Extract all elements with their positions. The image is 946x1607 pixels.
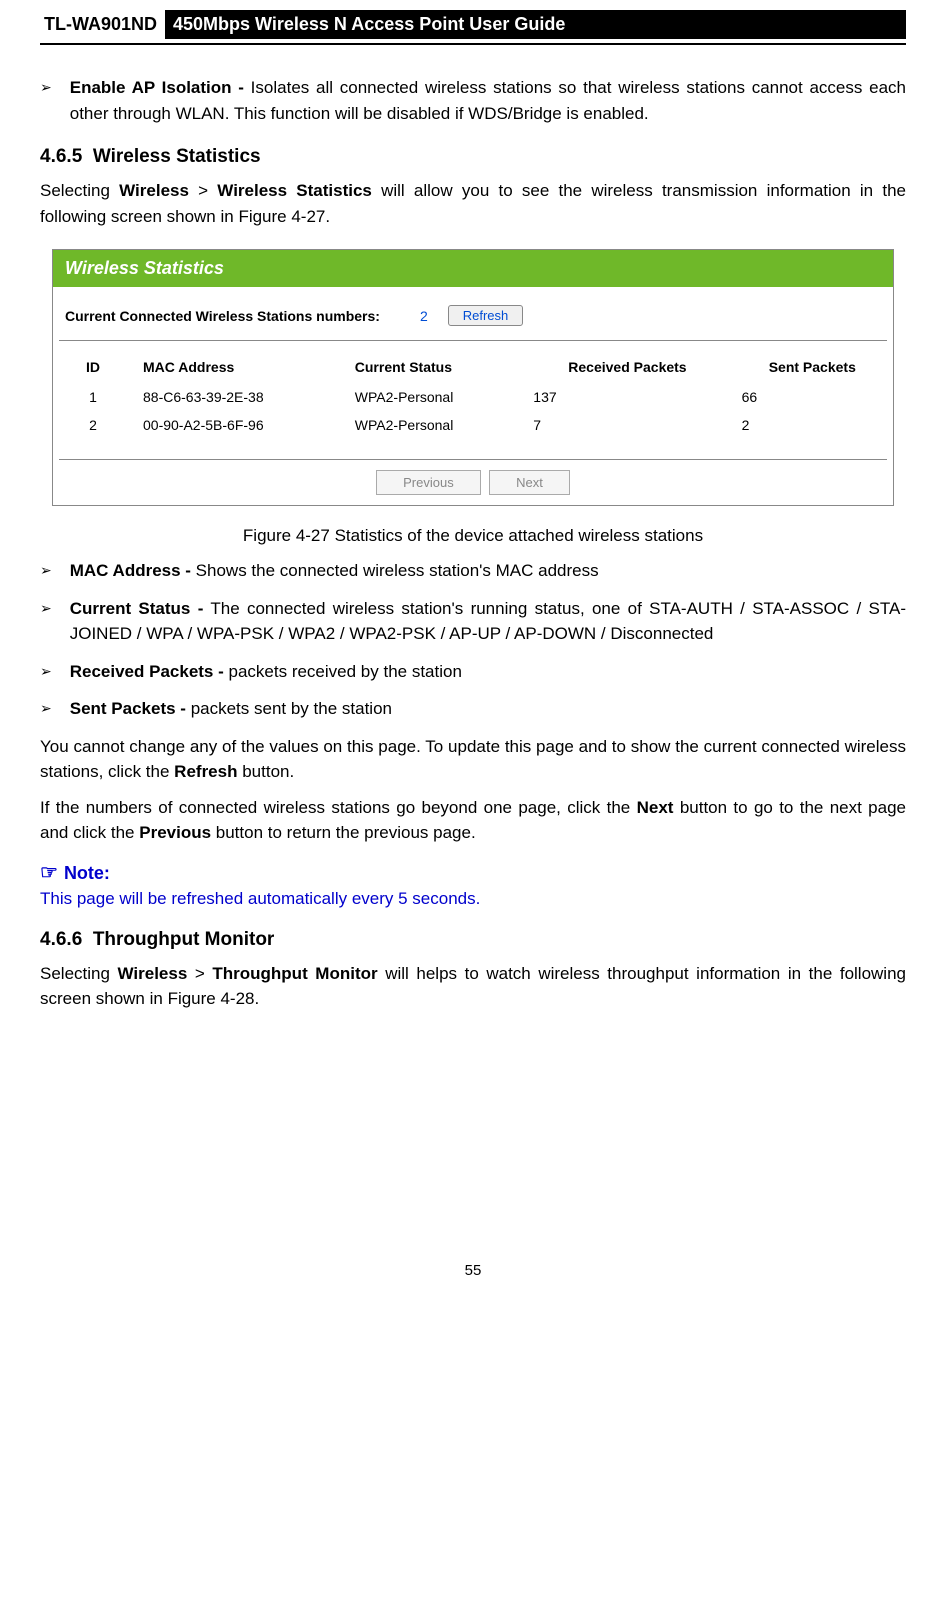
bullet-text: Received Packets - packets received by t… (70, 659, 906, 685)
col-recv: Received Packets (523, 351, 731, 383)
section-466-intro: Selecting Wireless > Throughput Monitor … (40, 961, 906, 1012)
bullet-text: Enable AP Isolation - Isolates all conne… (70, 75, 906, 126)
arrow-icon: ➢ (40, 562, 52, 584)
bullet-text: Current Status - The connected wireless … (70, 596, 906, 647)
bullet-text: MAC Address - Shows the connected wirele… (70, 558, 906, 584)
list-item: ➢ MAC Address - Shows the connected wire… (40, 558, 906, 584)
arrow-icon: ➢ (40, 600, 52, 647)
header-title: 450Mbps Wireless N Access Point User Gui… (165, 10, 906, 39)
refresh-button[interactable]: Refresh (448, 305, 524, 326)
figure-nav: Previous Next (53, 460, 893, 505)
stations-table: ID MAC Address Current Status Received P… (53, 351, 893, 439)
section-heading-465: 4.6.5 Wireless Statistics (40, 146, 906, 168)
list-item: ➢ Sent Packets - packets sent by the sta… (40, 696, 906, 722)
bullet-text: Sent Packets - packets sent by the stati… (70, 696, 906, 722)
list-item: ➢ Received Packets - packets received by… (40, 659, 906, 685)
connected-label: Current Connected Wireless Stations numb… (65, 308, 380, 324)
list-item: ➢ Current Status - The connected wireles… (40, 596, 906, 647)
bullet-list-top: ➢ Enable AP Isolation - Isolates all con… (40, 75, 906, 126)
refresh-paragraph: You cannot change any of the values on t… (40, 734, 906, 785)
page-number: 55 (40, 1262, 906, 1279)
note-text: This page will be refreshed automaticall… (40, 889, 906, 909)
col-id: ID (53, 351, 133, 383)
page-header: TL-WA901ND 450Mbps Wireless N Access Poi… (40, 10, 906, 39)
bullet-list-mid: ➢ MAC Address - Shows the connected wire… (40, 558, 906, 722)
col-mac: MAC Address (133, 351, 345, 383)
connected-count: 2 (420, 308, 428, 324)
table-row: 2 00-90-A2-5B-6F-96 WPA2-Personal 7 2 (53, 411, 893, 439)
header-model: TL-WA901ND (40, 12, 161, 37)
note-label: ☞Note: (40, 860, 906, 885)
section-465-intro: Selecting Wireless > Wireless Statistics… (40, 178, 906, 229)
table-row: 1 88-C6-63-39-2E-38 WPA2-Personal 137 66 (53, 383, 893, 411)
next-button[interactable]: Next (489, 470, 570, 495)
arrow-icon: ➢ (40, 79, 52, 126)
section-heading-466: 4.6.6 Throughput Monitor (40, 929, 906, 951)
figure-divider (59, 340, 887, 341)
list-item: ➢ Enable AP Isolation - Isolates all con… (40, 75, 906, 126)
header-rule (40, 43, 906, 45)
col-sent: Sent Packets (732, 351, 893, 383)
figure-caption: Figure 4-27 Statistics of the device att… (40, 526, 906, 546)
pagination-paragraph: If the numbers of connected wireless sta… (40, 795, 906, 846)
hand-icon: ☞ (40, 862, 58, 884)
figure-title-bar: Wireless Statistics (53, 250, 893, 287)
figure-4-27: Wireless Statistics Current Connected Wi… (52, 249, 894, 506)
col-status: Current Status (345, 351, 524, 383)
previous-button[interactable]: Previous (376, 470, 481, 495)
arrow-icon: ➢ (40, 663, 52, 685)
figure-status-row: Current Connected Wireless Stations numb… (53, 287, 893, 340)
arrow-icon: ➢ (40, 700, 52, 722)
table-header-row: ID MAC Address Current Status Received P… (53, 351, 893, 383)
